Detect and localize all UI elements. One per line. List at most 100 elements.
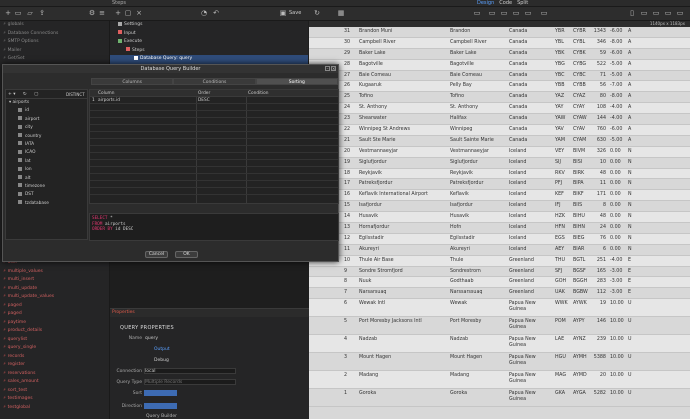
action-item[interactable]: ⚡ paged: [0, 310, 109, 319]
device-2-icon[interactable]: ▭: [640, 10, 648, 17]
sort-column[interactable]: airports.id: [98, 97, 120, 104]
output-checkbox-label[interactable]: Output: [154, 347, 170, 352]
save-icon[interactable]: ▣: [279, 10, 287, 17]
add-icon[interactable]: +: [4, 10, 12, 17]
empty-sort-row[interactable]: [90, 139, 338, 146]
action-item[interactable]: ⚡ multiple_values: [0, 268, 109, 277]
table-row[interactable]: 7 Narsarsuaq Narssarssuaq Greenland UAK BGBW 1…: [309, 288, 690, 300]
direction-field[interactable]: [144, 403, 177, 409]
table-row[interactable]: 5 Port Moresby Jacksons Intl Port Moresby P…: [309, 317, 690, 336]
action-item[interactable]: ⚡ Get/Set: [0, 55, 109, 64]
field-item[interactable]: airport: [6, 116, 87, 124]
table-row[interactable]: 24 St. Anthony St. Anthony Canada YAY CYAY 108…: [309, 103, 690, 115]
empty-sort-row[interactable]: [90, 146, 338, 153]
table-node[interactable]: ▾ airports: [6, 99, 87, 107]
empty-sort-row[interactable]: [90, 118, 338, 125]
tree-node[interactable]: Database Query: query: [110, 55, 308, 64]
empty-sort-row[interactable]: [90, 174, 338, 181]
table-row[interactable]: 8 Nuuk Godthaab Greenland GOH BGGH 283 -3.00 E: [309, 277, 690, 289]
query-builder-button[interactable]: Query Builder: [146, 414, 177, 419]
table-row[interactable]: 15 Isafjordur Isafjordur Iceland IFJ BIIS 8 0.0…: [309, 201, 690, 213]
layout-2-icon[interactable]: ▭: [488, 10, 496, 17]
field-item[interactable]: tzdatabase: [6, 200, 87, 208]
field-item[interactable]: alt: [6, 175, 87, 183]
field-item[interactable]: IATA: [6, 141, 87, 149]
distinct-toggle[interactable]: DISTINCT: [66, 90, 85, 99]
layout-1-icon[interactable]: ▭: [473, 10, 481, 17]
menu-code[interactable]: Code: [499, 0, 512, 7]
action-item[interactable]: ⚡ querylist: [0, 336, 109, 345]
empty-sort-row[interactable]: [90, 188, 338, 195]
field-item[interactable]: DST: [6, 191, 87, 199]
empty-sort-row[interactable]: [90, 125, 338, 132]
table-row[interactable]: 28 Bagotville Bagotville Canada YBG CYBG 522 -5…: [309, 59, 690, 71]
table-row[interactable]: 6 Wewak Intl Wewak Papua New Guinea WWK AYWK 1…: [309, 299, 690, 318]
action-item[interactable]: ⚡ multi_update_values: [0, 293, 109, 302]
action-item[interactable]: ⚡ SMTP Options: [0, 38, 109, 47]
action-item[interactable]: ⚡ register: [0, 361, 109, 370]
table-row[interactable]: 26 Kugaaruk Pelly Bay Canada YBB CYBB 56 -7.00 A: [309, 81, 690, 93]
field-item[interactable]: lat: [6, 158, 87, 166]
sort-order[interactable]: DESC: [198, 97, 210, 104]
copy-icon[interactable]: ▢: [124, 10, 132, 17]
action-item[interactable]: ⚡ paged: [0, 302, 109, 311]
action-item[interactable]: ⚡ Database Connections: [0, 30, 109, 39]
layout-3-icon[interactable]: ▭: [500, 10, 508, 17]
field-item[interactable]: lon: [6, 166, 87, 174]
tree-node[interactable]: Steps: [110, 47, 308, 56]
close-icon[interactable]: ×: [331, 66, 336, 71]
empty-sort-row[interactable]: [90, 181, 338, 188]
settings-icon[interactable]: ≡: [98, 10, 106, 17]
tab-conditions[interactable]: Conditions: [173, 78, 256, 85]
table-row[interactable]: 27 Baie Comeau Baie Comeau Canada YBC CYBC 71-…: [309, 71, 690, 82]
close-icon[interactable]: ×: [135, 10, 143, 17]
table-row[interactable]: 22 Winnipeg St Andrews Winnipeg Canada YAV CY…: [309, 125, 690, 136]
table-row[interactable]: 4 Nadzab Nadzab Papua New Guinea LAE AYNZ 239 1…: [309, 335, 690, 354]
table-row[interactable]: 16 Keflavik International Airport Keflavik…: [309, 190, 690, 202]
history-icon[interactable]: ◔: [200, 10, 208, 17]
connection-select[interactable]: [144, 368, 236, 374]
device-4-icon[interactable]: ▭: [664, 10, 672, 17]
undo-icon[interactable]: ↶: [212, 10, 220, 17]
table-row[interactable]: 25 Tofino Tofino Canada YAZ CYAZ 80 -8.00 A: [309, 92, 690, 104]
minimize-icon[interactable]: –: [325, 66, 330, 71]
field-item[interactable]: timezone: [6, 183, 87, 191]
folder-icon[interactable]: ▱: [26, 10, 34, 17]
action-item[interactable]: ⚡ reservations: [0, 370, 109, 379]
name-value[interactable]: query: [145, 336, 158, 341]
action-item[interactable]: ⚡ multi_update: [0, 285, 109, 294]
action-item[interactable]: ⚡ query_single: [0, 344, 109, 353]
debug-checkbox-label[interactable]: Debug: [154, 358, 169, 363]
action-item[interactable]: ⚡ testglobal: [0, 404, 109, 413]
device-3-icon[interactable]: ▭: [652, 10, 660, 17]
cancel-button[interactable]: Cancel: [145, 251, 168, 258]
table-row[interactable]: 9 Sondre Stromfjord Sondrestrom Greenland SF…: [309, 267, 690, 278]
table-row[interactable]: 19 Siglufjordur Siglufjordur Iceland SIJ BISI…: [309, 158, 690, 169]
device-5-icon[interactable]: ▭: [676, 10, 684, 17]
table-row[interactable]: 21 Sault Ste Marie Sault Sainte Marie Canad…: [309, 136, 690, 147]
sort-row[interactable]: 1 airports.id DESC: [90, 97, 338, 104]
empty-sort-row[interactable]: [90, 160, 338, 167]
field-item[interactable]: ICAO: [6, 149, 87, 157]
layout-6-icon[interactable]: ▭: [540, 10, 548, 17]
layout-5-icon[interactable]: ▭: [524, 10, 532, 17]
tab-sorting[interactable]: Sorting: [255, 78, 338, 85]
menu-split[interactable]: Split: [517, 0, 528, 7]
tree-node[interactable]: Settings: [110, 21, 308, 30]
action-item[interactable]: ⚡ sales_amount: [0, 378, 109, 387]
refresh-icon[interactable]: ↻: [23, 92, 27, 97]
device-1-icon[interactable]: ▯: [628, 10, 636, 17]
tab-columns[interactable]: Columns: [91, 78, 174, 85]
file-icon[interactable]: ▭: [14, 10, 22, 17]
table-row[interactable]: 31 Brandon Muni Brandon Canada YBR CYBR 1343 -6…: [309, 27, 690, 38]
table-row[interactable]: 29 Baker Lake Baker Lake Canada YBK CYBK 59 -6.…: [309, 49, 690, 60]
menu-design[interactable]: Design: [477, 0, 494, 7]
table-row[interactable]: 20 Vestmannaeyjar Vestmannaeyjar Iceland VEY…: [309, 146, 690, 158]
table-row[interactable]: 10 Thule Air Base Thule Greenland THU BGTL 251…: [309, 255, 690, 267]
empty-sort-row[interactable]: [90, 104, 338, 111]
action-item[interactable]: ⚡ sort_test: [0, 387, 109, 396]
table-row[interactable]: 18 Reykjavik Reykjavik Iceland RKV BIRK 48 0.00…: [309, 168, 690, 180]
tree-node[interactable]: Input: [110, 30, 308, 39]
sort-field[interactable]: [144, 390, 177, 396]
action-item[interactable]: ⚡ multi_insert: [0, 276, 109, 285]
